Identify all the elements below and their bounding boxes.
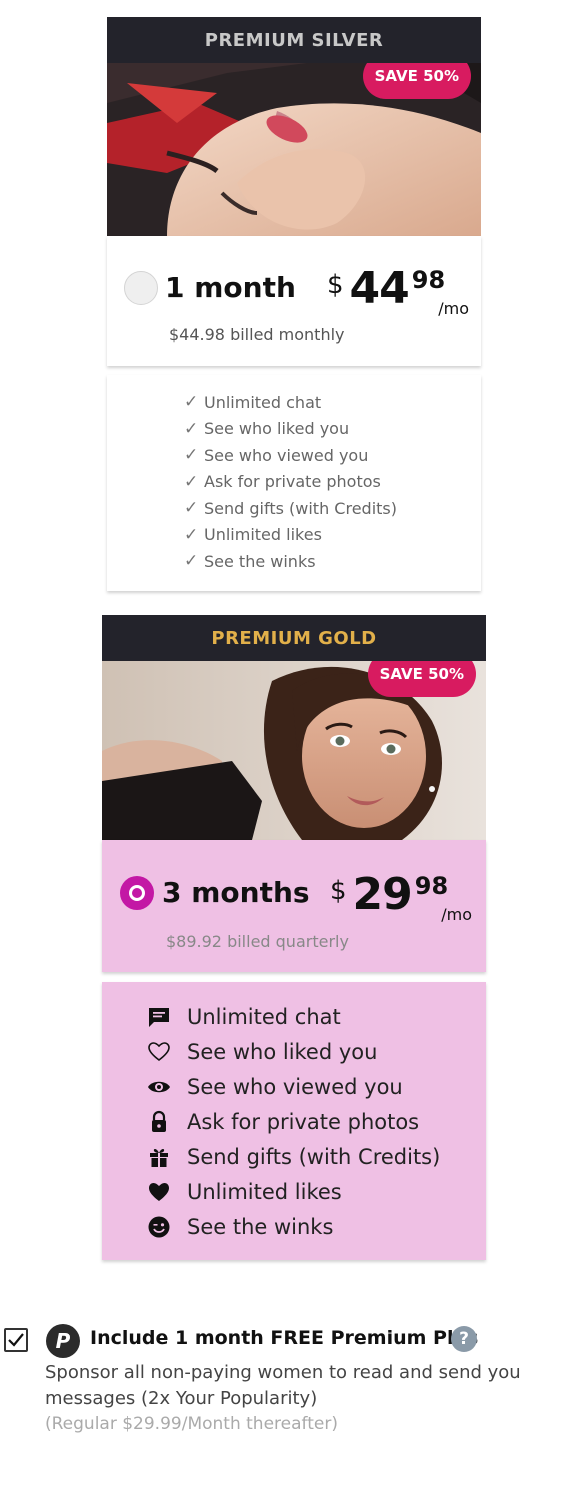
plan-title: PREMIUM SILVER [107,17,481,63]
billing-note: $44.98 billed monthly [169,325,345,344]
feature-item: ✓ Ask for private photos [184,471,381,492]
price-per: /mo [438,299,469,318]
heart-icon [147,1180,187,1204]
feature-item: See the winks [147,1209,440,1244]
features-box: ✓ Unlimited chat ✓ See who liked you ✓ See … [107,375,481,591]
chat-icon [147,1005,187,1029]
price-box[interactable]: 3 months $ 29 98 /mo $89.92 billed quart… [102,840,486,972]
check-icon: ✓ [184,471,199,492]
plan-period: 3 months [162,876,310,909]
save-badge: SAVE 50% [362,63,471,99]
check-icon: ✓ [184,445,199,466]
addon-description: Sponsor all non-paying women to read and… [45,1362,521,1409]
plan-price: $ 29 98 /mo [330,869,472,925]
features-box: Unlimited chat See who liked you See who… [102,982,486,1260]
plan-photo: SAVE 50% [107,63,481,236]
plan-title: PREMIUM GOLD [102,615,486,661]
plan-card-silver[interactable]: PREMIUM SILVER SAVE 50% 1 month $ 44 98 … [107,17,481,366]
feature-item: ✓ See who liked you [184,418,350,439]
feature-item: Ask for private photos [147,1104,440,1139]
feature-item: ✓ Unlimited likes [184,524,322,545]
plan-radio[interactable] [120,876,154,910]
addon-note: (Regular $29.99/Month thereafter) [45,1414,338,1434]
lock-icon [147,1110,187,1134]
heart-outline-icon [147,1040,187,1064]
premium-plus-checkbox[interactable] [4,1328,28,1352]
wink-icon [147,1215,187,1239]
plan-photo: SAVE 50% [102,661,486,840]
feature-item: Unlimited chat [147,999,440,1034]
gift-icon [147,1145,187,1169]
check-icon: ✓ [184,524,199,545]
help-icon[interactable]: ? [451,1326,477,1352]
feature-item: ✓ See the winks [184,551,316,572]
save-badge: SAVE 50% [367,661,476,697]
price-per: /mo [441,905,472,924]
check-icon: ✓ [184,392,199,413]
price-cents: 98 [414,872,449,900]
plan-period: 1 month [165,271,296,304]
feature-list: Unlimited chat See who liked you See who… [147,999,440,1244]
check-icon: ✓ [184,498,199,519]
price-whole: 29 [352,869,413,920]
check-icon: ✓ [184,551,199,572]
feature-list: ✓ Unlimited chat ✓ See who liked you ✓ See … [184,389,397,575]
feature-item: ✓ Unlimited chat [184,392,322,413]
feature-item: Unlimited likes [147,1174,440,1209]
price-whole: 44 [349,263,410,314]
plan-radio[interactable] [124,271,158,305]
price-cents: 98 [411,266,446,294]
feature-item: ✓ See who viewed you [184,445,369,466]
premium-plus-logo: P [46,1324,80,1358]
billing-note: $89.92 billed quarterly [166,932,349,951]
feature-item: See who liked you [147,1034,440,1069]
price-currency: $ [330,876,347,906]
price-box[interactable]: 1 month $ 44 98 /mo $44.98 billed monthl… [107,236,481,366]
feature-item: Send gifts (with Credits) [147,1139,440,1174]
check-icon: ✓ [184,418,199,439]
feature-item: See who viewed you [147,1069,440,1104]
addon-title: Include 1 month FREE Premium Plus [90,1327,479,1349]
plan-card-gold[interactable]: PREMIUM GOLD SAVE 50% 3 months $ 29 98 /… [102,615,486,972]
feature-item: ✓ Send gifts (with Credits) [184,498,397,519]
eye-icon [147,1075,187,1099]
price-currency: $ [327,270,344,300]
plan-price: $ 44 98 /mo [327,263,469,319]
checkmark-icon [8,1333,24,1347]
